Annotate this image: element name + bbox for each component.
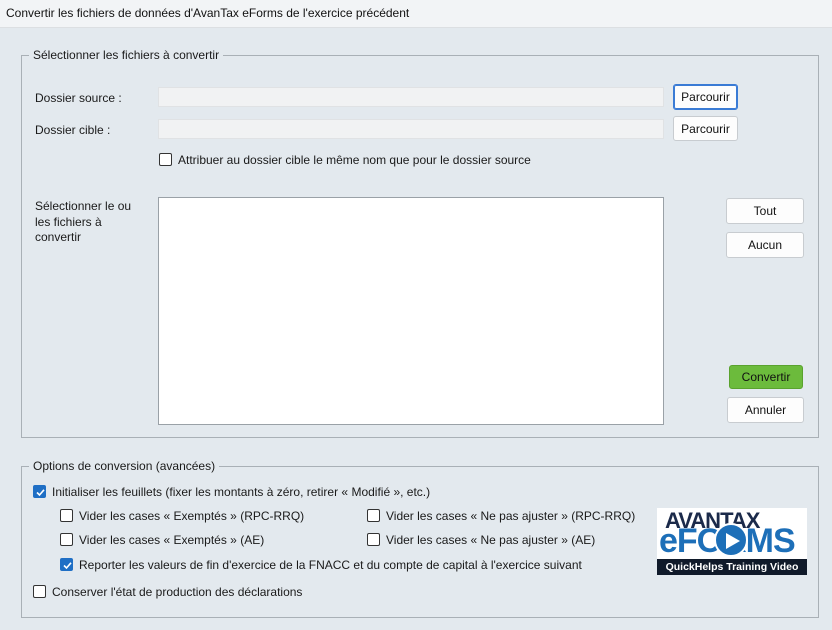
init-sheets-checkbox[interactable] [33, 485, 46, 498]
cancel-button[interactable]: Annuler [727, 397, 804, 423]
source-folder-label: Dossier source : [35, 91, 122, 105]
window-title: Convertir les fichiers de données d'Avan… [6, 6, 410, 20]
browse-target-button[interactable]: Parcourir [673, 116, 738, 141]
target-folder-field[interactable] [158, 119, 664, 139]
keep-status-label: Conserver l'état de production des décla… [52, 585, 303, 599]
same-name-checkbox[interactable] [159, 153, 172, 166]
select-files-group-legend: Sélectionner les fichiers à convertir [33, 48, 220, 62]
clear-exempt-rpc-checkbox[interactable] [60, 509, 73, 522]
convert-button[interactable]: Convertir [729, 365, 803, 389]
checkmark-icon [63, 562, 72, 570]
files-listbox[interactable] [158, 197, 664, 425]
checkmark-icon [36, 489, 45, 497]
clear-noadjust-rpc-label: Vider les cases « Ne pas ajuster » (RPC-… [386, 509, 636, 523]
carry-forward-checkbox[interactable] [60, 558, 73, 571]
init-sheets-label: Initialiser les feuillets (fixer les mon… [52, 485, 431, 499]
clear-exempt-ae-label: Vider les cases « Exemptés » (AE) [79, 533, 265, 547]
carry-forward-label: Reporter les valeurs de fin d'exercice d… [79, 558, 582, 572]
clear-noadjust-ae-label: Vider les cases « Ne pas ajuster » (AE) [386, 533, 596, 547]
select-files-label: Sélectionner le ou les fichiers à conver… [35, 199, 132, 244]
clear-noadjust-ae-checkbox[interactable] [367, 533, 380, 546]
source-folder-field[interactable] [158, 87, 664, 107]
clear-noadjust-rpc-checkbox[interactable] [367, 509, 380, 522]
target-folder-label: Dossier cible : [35, 123, 111, 137]
title-bar: Convertir les fichiers de données d'Avan… [0, 0, 832, 28]
keep-status-checkbox[interactable] [33, 585, 46, 598]
conversion-options-legend: Options de conversion (avancées) [33, 459, 216, 473]
select-none-button[interactable]: Aucun [726, 232, 804, 258]
quickhelps-training-video-link[interactable]: AVANTAX eFORMS QuickHelps Training Video [657, 508, 807, 575]
select-all-button[interactable]: Tout [726, 198, 804, 224]
clear-exempt-ae-checkbox[interactable] [60, 533, 73, 546]
same-name-label: Attribuer au dossier cible le même nom q… [178, 153, 531, 167]
play-icon [714, 523, 748, 557]
browse-source-button[interactable]: Parcourir [673, 84, 738, 110]
video-caption: QuickHelps Training Video [657, 559, 807, 575]
clear-exempt-rpc-label: Vider les cases « Exemptés » (RPC-RRQ) [79, 509, 305, 523]
